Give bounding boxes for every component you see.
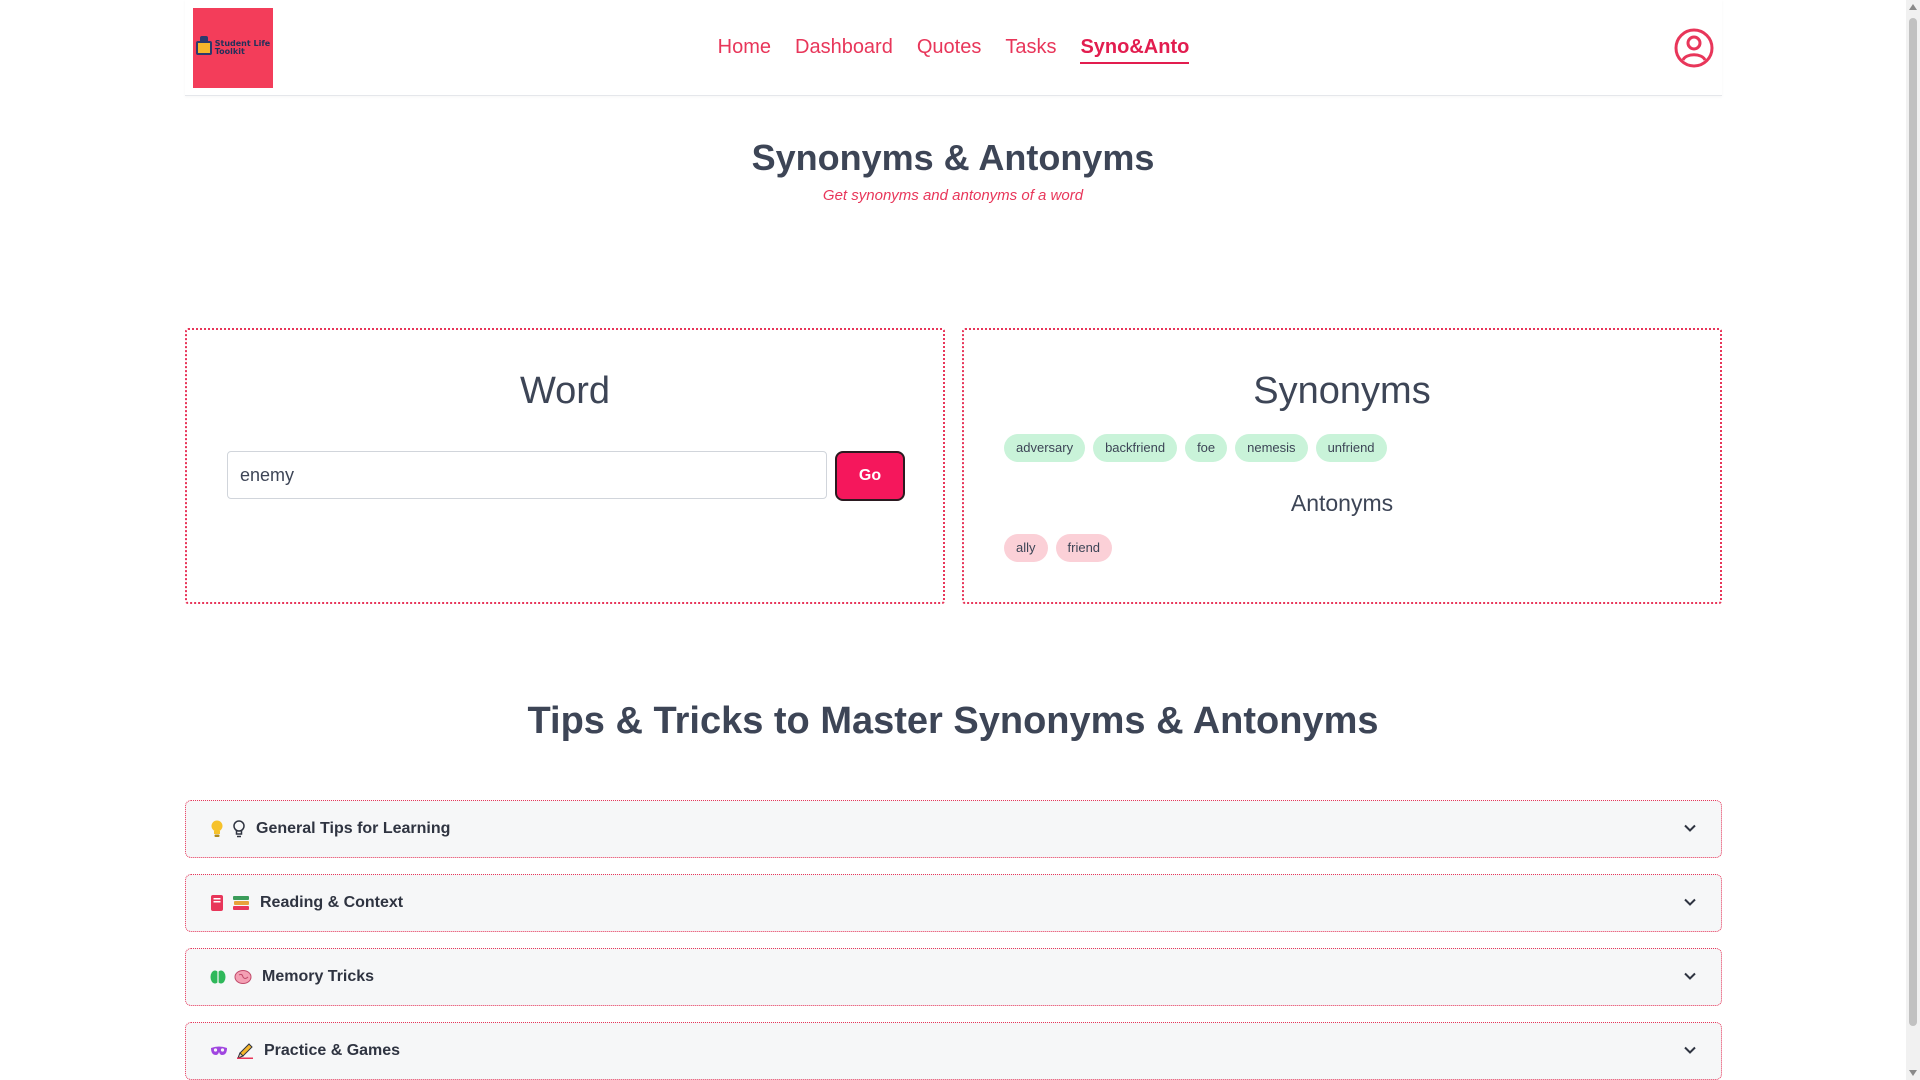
nav-link-quotes[interactable]: Quotes <box>917 36 981 64</box>
nav-links: Home Dashboard Quotes Tasks Syno&Anto <box>185 36 1722 64</box>
nav-link-syno-anto[interactable]: Syno&Anto <box>1080 36 1190 64</box>
books-icon <box>233 896 249 910</box>
brain-icon <box>210 970 226 984</box>
book-icon <box>211 895 223 911</box>
scrollbar-thumb[interactable] <box>1909 18 1917 1026</box>
accordion-label: Reading & Context <box>260 894 404 911</box>
pencil-icon <box>237 1043 253 1059</box>
user-profile-icon[interactable] <box>1674 28 1714 68</box>
chevron-down-icon[interactable] <box>1683 969 1697 983</box>
scroll-down-arrow-icon[interactable] <box>1909 1070 1917 1076</box>
synonym-tag[interactable]: adversary <box>1004 434 1086 462</box>
antonyms-list: ally friend <box>1004 534 1113 562</box>
synonym-tag[interactable]: nemesis <box>1235 434 1308 462</box>
nav-link-home[interactable]: Home <box>718 36 771 64</box>
accordion-reading-context[interactable]: Reading & Context <box>185 874 1722 932</box>
synonym-tag[interactable]: foe <box>1185 434 1228 462</box>
mask-icon <box>211 1046 227 1055</box>
accordion-practice-games[interactable]: Practice & Games <box>185 1022 1722 1080</box>
accordion-label: Practice & Games <box>264 1042 401 1059</box>
tips-title: Tips & Tricks to Master Synonyms & Anton… <box>527 700 1379 742</box>
synonyms-list: adversary backfriend foe nemesis unfrien… <box>1004 434 1387 462</box>
page-subtitle: Get synonyms and antonyms of a word <box>822 187 1084 204</box>
accordion-general-tips[interactable]: General Tips for Learning <box>185 800 1722 858</box>
word-heading: Word <box>519 370 611 412</box>
page-title: Synonyms & Antonyms <box>751 137 1155 178</box>
brain-pink-icon <box>234 970 252 984</box>
accordion-label: Memory Tricks <box>262 968 375 985</box>
synonyms-heading: Synonyms <box>1253 370 1431 412</box>
lightbulb-outline-icon <box>233 820 245 838</box>
chevron-down-icon[interactable] <box>1683 821 1697 835</box>
accordion-memory-tricks[interactable]: Memory Tricks <box>185 948 1722 1006</box>
lightbulb-icon <box>211 820 223 837</box>
navbar: Student Life Toolkit Home Dashboard Quot… <box>185 0 1722 96</box>
accordion-label: General Tips for Learning <box>256 820 451 837</box>
synonym-tag[interactable]: backfriend <box>1093 434 1178 462</box>
go-button[interactable]: Go <box>835 451 905 501</box>
chevron-down-icon[interactable] <box>1683 895 1697 909</box>
antonym-tag[interactable]: friend <box>1055 534 1113 562</box>
scroll-up-arrow-icon[interactable] <box>1909 4 1917 10</box>
chevron-down-icon[interactable] <box>1683 1043 1697 1057</box>
word-input[interactable] <box>227 451 827 499</box>
nav-link-tasks[interactable]: Tasks <box>1005 36 1056 64</box>
results-card: Synonyms adversary backfriend foe nemesi… <box>962 328 1722 604</box>
word-card: Word Go <box>185 328 945 604</box>
antonyms-heading: Antonyms <box>1290 490 1394 516</box>
antonym-tag[interactable]: ally <box>1004 534 1048 562</box>
synonym-tag[interactable]: unfriend <box>1315 434 1387 462</box>
page-scrollbar[interactable] <box>1906 0 1920 1080</box>
nav-link-dashboard[interactable]: Dashboard <box>795 36 893 64</box>
